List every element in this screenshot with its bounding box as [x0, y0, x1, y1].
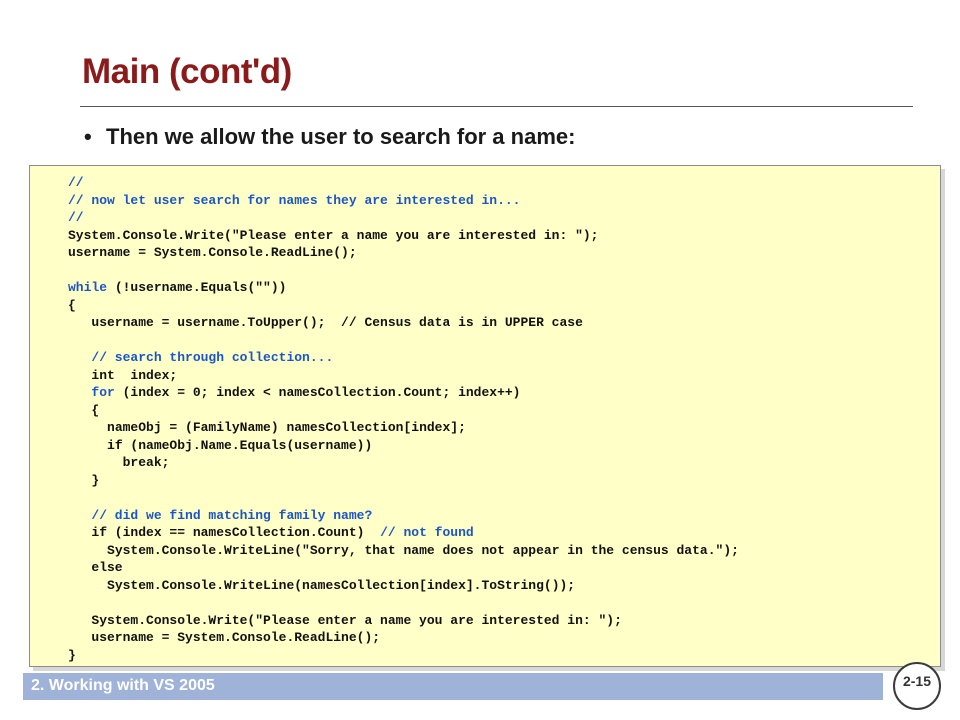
code-text: else [91, 560, 123, 575]
code-line: System.Console.WriteLine("Sorry, that na… [68, 542, 739, 560]
code-line: nameObj = (FamilyName) namesCollection[i… [68, 419, 739, 437]
code-text: (index = 0; index < namesCollection.Coun… [114, 385, 521, 400]
code-text: System.Console.Write("Please enter a nam… [91, 612, 622, 628]
code-line: else [68, 559, 739, 577]
code-box: // // now let user search for names they … [29, 165, 941, 667]
code-line: username = System.Console.ReadLine(); [68, 629, 739, 647]
code-line: // now let user search for names they ar… [68, 192, 739, 210]
title-divider [80, 106, 913, 107]
code-text: if (index == namesCollection.Count) [91, 525, 381, 540]
code-line: System.Console.Write("Please enter a nam… [68, 612, 739, 630]
code-text: { [68, 297, 76, 313]
bullet-dot-icon: • [84, 124, 92, 149]
code-line: // [68, 174, 739, 192]
code-comment: // now let user search for names they ar… [68, 192, 521, 208]
code-line: if (nameObj.Name.Equals(username)) [68, 437, 739, 455]
code-line: System.Console.WriteLine(namesCollection… [68, 577, 739, 595]
page-number: 2-15 [902, 673, 932, 689]
code-line: { [68, 402, 739, 420]
code-keyword: for [91, 385, 115, 400]
code-line: username = username.ToUpper(); // Census… [68, 314, 739, 332]
code-text: } [68, 647, 76, 663]
code-comment: // [68, 175, 84, 190]
code-line: System.Console.Write("Please enter a nam… [68, 227, 739, 245]
code-text: if (nameObj.Name.Equals(username)) [107, 437, 373, 453]
code-keyword: while [68, 280, 108, 295]
code-listing: // // now let user search for names they … [68, 174, 739, 664]
code-line: // [68, 209, 739, 227]
bullet-item: • Then we allow the user to search for a… [84, 124, 575, 150]
code-text: nameObj = (FamilyName) namesCollection[i… [107, 420, 466, 435]
code-comment: // did we find matching family name? [91, 507, 373, 523]
code-line: while (!username.Equals("")) [68, 279, 739, 297]
footer-text: 2. Working with VS 2005 [31, 677, 215, 694]
code-text: username = username.ToUpper(); // Census… [91, 315, 583, 330]
code-line: { [68, 297, 739, 315]
code-text: System.Console.WriteLine(namesCollection… [107, 577, 576, 593]
footer-bar: 2. Working with VS 2005 [23, 673, 883, 700]
code-line: if (index == namesCollection.Count) // n… [68, 524, 739, 542]
code-text: int index; [91, 367, 178, 383]
bullet-text: Then we allow the user to search for a n… [106, 124, 576, 149]
code-line: } [68, 472, 739, 490]
code-text: break; [122, 455, 170, 470]
code-text: System.Console.Write("Please enter a nam… [68, 227, 599, 243]
page-number-badge: 2-15 [893, 662, 941, 710]
code-line: username = System.Console.ReadLine(); [68, 244, 739, 262]
code-text: } [91, 472, 100, 488]
code-text: System.Console.WriteLine("Sorry, that na… [107, 542, 739, 558]
slide-title: Main (cont'd) [82, 52, 292, 91]
code-text: (!username.Equals("")) [107, 280, 287, 295]
code-text: { [91, 402, 100, 418]
code-text: username = System.Console.ReadLine(); [68, 245, 357, 260]
code-text: username = System.Console.ReadLine(); [91, 630, 381, 645]
code-comment: // [68, 210, 84, 225]
code-comment: // not found [380, 525, 474, 540]
code-comment: // search through collection... [91, 350, 334, 365]
code-line: // search through collection... [68, 349, 739, 367]
code-line: } [68, 647, 739, 665]
code-line: // did we find matching family name? [68, 507, 739, 525]
code-line: int index; [68, 367, 739, 385]
code-line: for (index = 0; index < namesCollection.… [68, 384, 739, 402]
code-line: break; [68, 454, 739, 472]
